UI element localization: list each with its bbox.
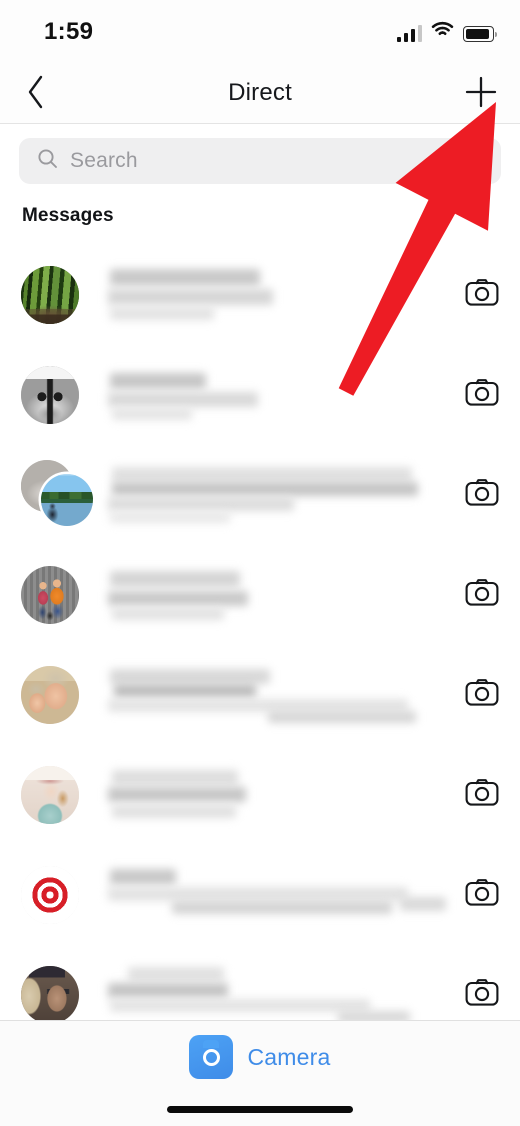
redaction-block (112, 482, 418, 496)
redacted-thread-text (108, 767, 448, 825)
redaction-block (268, 711, 416, 723)
redaction-block (112, 805, 236, 818)
avatar[interactable] (21, 566, 99, 624)
thread-row[interactable] (0, 445, 520, 545)
thread-row[interactable] (0, 745, 520, 845)
redaction-block (108, 392, 258, 407)
thread-row[interactable] (0, 945, 520, 1020)
redaction-block (108, 787, 246, 802)
plus-icon (463, 74, 499, 115)
redaction-block (108, 591, 248, 606)
redacted-thread-text (108, 667, 448, 725)
battery-icon (463, 26, 498, 42)
redaction-block (128, 967, 224, 981)
instagram-direct-screen: 1:59 Direct Search Messages Camera (0, 0, 520, 1126)
thread-row[interactable] (0, 845, 520, 945)
thread-camera-button[interactable] (460, 875, 504, 915)
camera-icon (465, 678, 499, 712)
direct-message-thread-list[interactable] (0, 245, 520, 1020)
avatar[interactable] (21, 366, 99, 424)
status-bar-time: 1:59 (44, 18, 94, 45)
camera-icon (465, 978, 499, 1012)
redaction-block (112, 408, 192, 420)
search-placeholder: Search (70, 149, 138, 172)
avatar-primary (21, 666, 79, 724)
camera-icon (465, 378, 499, 412)
redaction-block (108, 497, 294, 511)
redacted-thread-text (108, 567, 448, 625)
thread-camera-button[interactable] (460, 575, 504, 615)
redacted-thread-text (108, 367, 448, 425)
redaction-block (108, 887, 408, 901)
redaction-block (112, 467, 412, 482)
wifi-icon (431, 20, 454, 42)
redaction-block (110, 999, 370, 1012)
avatar[interactable] (21, 666, 99, 724)
avatar[interactable] (21, 766, 99, 824)
search-input[interactable]: Search (19, 138, 501, 184)
camera-icon (465, 878, 499, 912)
redaction-block (172, 901, 392, 914)
search-icon (37, 148, 58, 174)
thread-row[interactable] (0, 245, 520, 345)
thread-row[interactable] (0, 645, 520, 745)
redacted-thread-text (108, 967, 448, 1020)
messages-section-heading: Messages (22, 205, 114, 226)
camera-button-label: Camera (247, 1043, 331, 1070)
avatar-primary (21, 266, 79, 324)
avatar[interactable] (21, 966, 99, 1020)
home-indicator[interactable] (167, 1106, 353, 1113)
status-bar: 1:59 (0, 0, 520, 62)
navigation-bar: Direct (0, 62, 520, 124)
avatar-primary (21, 766, 79, 824)
redacted-thread-text (108, 467, 448, 525)
camera-button[interactable]: Camera (0, 1035, 520, 1079)
redaction-block (110, 571, 240, 587)
status-bar-indicators (396, 20, 498, 42)
redaction-block (108, 289, 273, 305)
redaction-block (114, 684, 256, 698)
redaction-block (110, 869, 176, 885)
avatar-primary (21, 866, 79, 924)
redaction-block (110, 512, 230, 523)
avatar-primary (21, 566, 79, 624)
camera-icon (189, 1035, 234, 1079)
redaction-block (112, 770, 238, 785)
page-title: Direct (228, 79, 292, 106)
avatar-primary (41, 474, 93, 526)
avatar[interactable] (21, 460, 99, 526)
redaction-block (110, 307, 214, 320)
bottom-toolbar: Camera (0, 1020, 520, 1126)
cellular-signal-icon (396, 25, 422, 42)
camera-icon (465, 778, 499, 812)
thread-camera-button[interactable] (460, 975, 504, 1015)
redaction-block (108, 983, 228, 998)
thread-camera-button[interactable] (460, 275, 504, 315)
thread-camera-button[interactable] (460, 475, 504, 515)
redaction-block (400, 897, 446, 911)
redaction-block (110, 669, 270, 684)
redacted-thread-text (108, 867, 448, 925)
thread-row[interactable] (0, 345, 520, 445)
camera-icon (465, 578, 499, 612)
avatar-primary (21, 366, 79, 424)
avatar[interactable] (21, 266, 99, 324)
thread-row[interactable] (0, 545, 520, 645)
redaction-block (110, 373, 206, 389)
redacted-thread-text (108, 267, 448, 325)
thread-camera-button[interactable] (460, 775, 504, 815)
new-message-button[interactable] (456, 69, 506, 119)
camera-icon (465, 278, 499, 312)
redaction-block (110, 269, 260, 286)
redaction-block (338, 1011, 410, 1020)
thread-camera-button[interactable] (460, 375, 504, 415)
redaction-block (112, 608, 224, 620)
avatar[interactable] (21, 866, 99, 924)
thread-camera-button[interactable] (460, 675, 504, 715)
avatar-primary (21, 966, 79, 1020)
camera-icon (465, 478, 499, 512)
